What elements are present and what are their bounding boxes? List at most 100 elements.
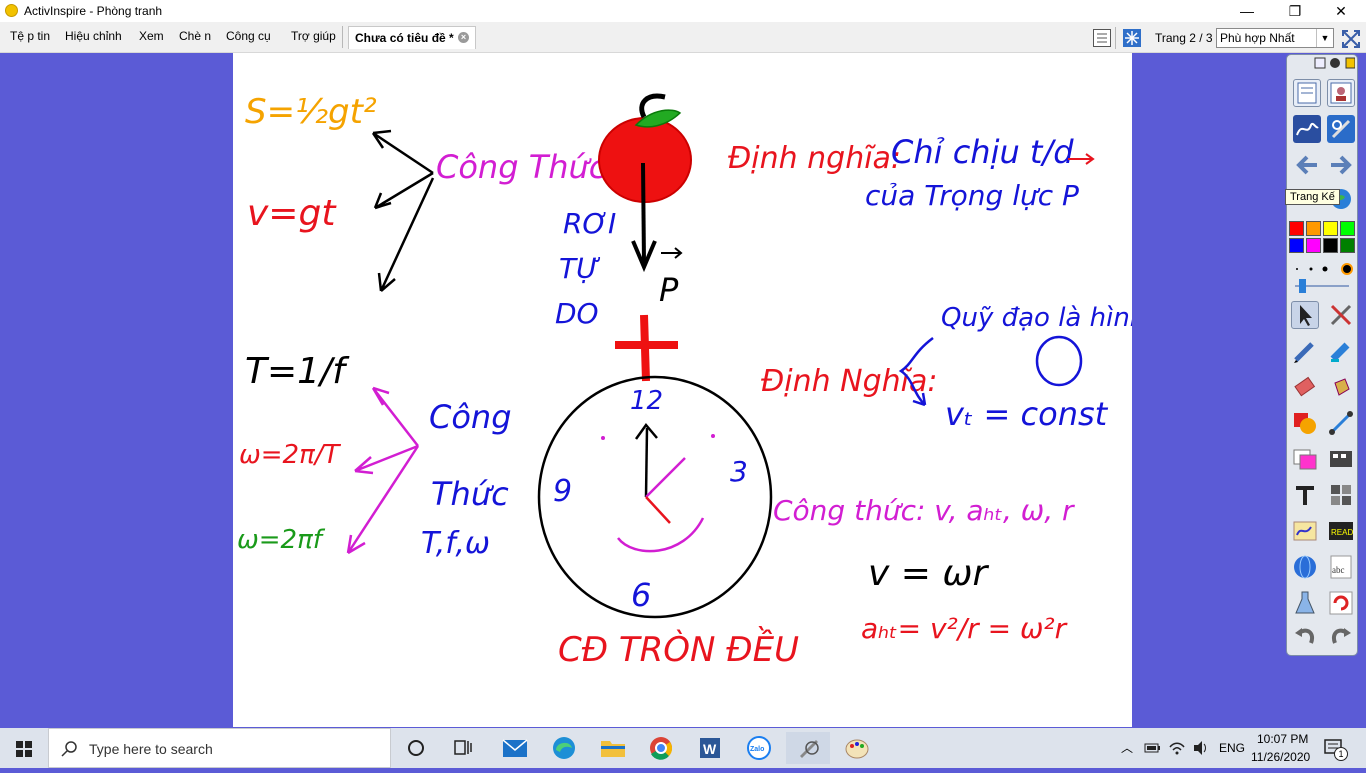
chevron-down-icon[interactable]: ▼ [1316,29,1333,47]
undo-icon[interactable] [1291,623,1319,651]
vt-const: vₜ = const [945,395,1109,433]
fullscreen-icon[interactable] [1342,30,1360,48]
definition-text-2: của Trọng lực P [865,179,1079,212]
uniform-circular-title: CĐ TRÒN ĐỀU [558,626,799,670]
close-tab-icon[interactable]: × [458,32,469,43]
eraser-icon[interactable] [1291,373,1319,401]
formula-s: S=½gt² [245,92,377,132]
redo-icon[interactable] [1327,623,1355,651]
definition-text: Chỉ chịu t/d [891,133,1074,171]
color-swatch-red[interactable] [1289,221,1304,236]
aht-equation: aₕₜ= v²/r = ω²r [861,612,1068,645]
text-icon[interactable] [1291,481,1319,509]
color-swatch-orange[interactable] [1306,221,1321,236]
previous-page-icon[interactable] [1293,151,1321,179]
toolbar-separator [1115,27,1116,49]
shape-icon[interactable] [1291,409,1319,437]
paint-icon[interactable] [835,732,879,764]
circle-drawing [1035,335,1083,387]
grid-layout-icon[interactable] [1327,481,1355,509]
color-swatch-blue[interactable] [1289,238,1304,253]
zoom-select[interactable]: Phù hợp Nhất ▼ [1216,28,1334,48]
connector-icon[interactable] [1327,409,1355,437]
menu-separator [342,26,343,48]
menu-insert[interactable]: Chè n [179,29,211,43]
color-swatch-black[interactable] [1323,238,1338,253]
toolbox: READ abc [1286,54,1358,656]
menu-edit[interactable]: Hiệu chỉnh [65,29,122,43]
color-swatch-magenta[interactable] [1306,238,1321,253]
clock-6: 6 [631,576,651,614]
toolbox-header[interactable] [1289,55,1356,71]
edge-icon[interactable] [542,732,586,764]
v-equation: v = ωr [868,553,990,594]
svg-text:READ: READ [1331,528,1353,537]
reader-icon[interactable]: READ [1327,517,1355,545]
pen-icon[interactable] [1291,337,1319,365]
show-hidden-icons[interactable]: ︿ [1121,739,1133,756]
taskbar-search[interactable]: Type here to search [48,728,391,768]
tools-settings-icon[interactable] [1327,115,1355,143]
file-explorer-icon[interactable] [591,732,635,764]
user-profile-icon[interactable] [1327,79,1355,107]
maximize-button[interactable]: ❐ [1272,0,1318,22]
clock-3: 3 [730,455,748,488]
language-indicator[interactable]: ENG [1219,741,1245,755]
menu-tools[interactable]: Công cụ [226,29,271,43]
svg-text:W: W [703,741,717,757]
flipchart-page[interactable]: S=½gt² v=gt Công Thức P RƠI TỰ DO Định ngh… [233,53,1132,727]
clock-time[interactable]: 10:07 PM [1257,732,1308,746]
zalo-icon[interactable]: Zalo [737,732,781,764]
activinspire-taskbar-icon[interactable] [786,732,830,764]
next-page-icon[interactable] [1327,151,1355,179]
word-icon[interactable]: W [688,732,732,764]
menu-file[interactable]: Tệ p tin [10,29,50,43]
media-icon[interactable] [1327,445,1355,473]
spell-check-icon[interactable]: abc [1327,553,1355,581]
internet-globe-icon[interactable] [1291,553,1319,581]
handwriting-recognition-icon[interactable] [1291,517,1319,545]
notification-count: 1 [1334,747,1348,761]
signature-icon[interactable] [1293,115,1321,143]
width-slider[interactable] [1291,279,1353,293]
volume-icon[interactable] [1192,739,1210,757]
clear-icon[interactable] [1291,589,1319,617]
definition-label: Định nghĩa: [728,141,901,176]
select-arrow-icon[interactable] [1291,301,1319,329]
clock-date[interactable]: 11/26/2020 [1251,750,1310,764]
color-swatch-green[interactable] [1340,238,1355,253]
chrome-icon[interactable] [639,732,683,764]
cong-thuc-2c: T,f,ω [421,526,490,561]
reset-icon[interactable] [1327,589,1355,617]
start-button[interactable] [0,728,48,768]
tooltip-next-page: Trang Kế [1285,189,1340,205]
mail-icon[interactable] [493,732,537,764]
battery-icon[interactable] [1144,740,1162,756]
notification-icon[interactable]: 1 [1323,738,1348,761]
cortana-icon[interactable] [394,732,438,764]
document-tab[interactable]: Chưa có tiêu đề * × [348,26,476,49]
cong-thuc-2b: Thức [431,475,509,513]
color-swatch-lime[interactable] [1340,221,1355,236]
close-button[interactable]: ✕ [1318,0,1364,22]
arrows-formulas-purple [346,386,420,555]
highlighter-icon[interactable] [1327,337,1355,365]
main-tools-icon[interactable] [1327,301,1355,329]
snowflake-icon[interactable] [1123,29,1141,47]
taskbar: Type here to search W Zalo ︿ ENG 10:07 P… [0,728,1366,768]
plus-sign [615,314,678,382]
fill-icon[interactable] [1327,373,1355,401]
flipchart-browser-icon[interactable] [1293,79,1321,107]
image-icon[interactable] [1291,445,1319,473]
page-browser-icon[interactable] [1093,29,1111,47]
menu-view[interactable]: Xem [139,29,164,43]
minimize-button[interactable]: — [1224,0,1270,22]
task-view-icon[interactable] [441,732,485,764]
clock-9: 9 [553,474,572,509]
color-swatch-yellow[interactable] [1323,221,1338,236]
menu-help[interactable]: Trợ giúp [291,29,336,43]
document-tab-label: Chưa có tiêu đề * [355,31,454,45]
zoom-select-value: Phù hợp Nhất [1220,31,1295,45]
pen-width-selector[interactable] [1291,259,1353,279]
wifi-icon[interactable] [1168,739,1186,757]
